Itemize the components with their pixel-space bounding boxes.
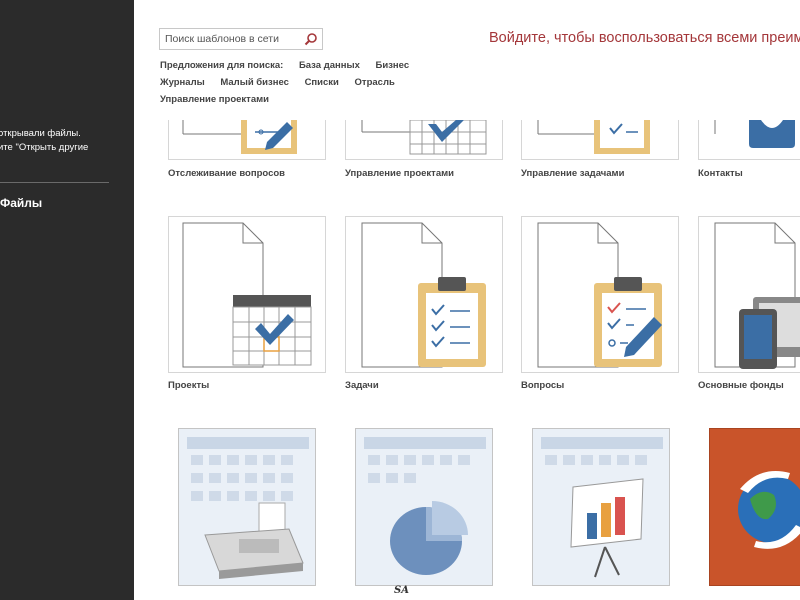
template-thumb-presentation[interactable]: [532, 428, 670, 586]
suggestion-project-management[interactable]: Управление проектами: [160, 94, 269, 105]
signin-message-link[interactable]: Войдите, чтобы воспользоваться всеми пре…: [489, 30, 800, 46]
search-suggestions-row-2: Журналы Малый бизнес Списки Отрасль: [160, 77, 408, 88]
search-suggestions-row-1: Предложения для поиска: База данных Бизн…: [160, 60, 422, 71]
template-label: Основные фонды: [698, 380, 784, 391]
suggestion-small-business[interactable]: Малый бизнес: [220, 77, 289, 88]
template-tile-project-management[interactable]: [345, 120, 503, 160]
template-label: Проекты: [168, 380, 210, 391]
suggestions-label: Предложения для поиска:: [160, 60, 284, 71]
template-thumb-globe[interactable]: [709, 428, 800, 586]
search-input[interactable]: [160, 29, 298, 49]
template-label: Вопросы: [521, 380, 565, 391]
presentation-chart-icon: [533, 429, 669, 585]
template-tile-issues[interactable]: [521, 216, 679, 373]
suggestion-industry[interactable]: Отрасль: [355, 77, 395, 88]
suggestion-business[interactable]: Бизнес: [376, 60, 410, 71]
template-label: Отслеживание вопросов: [168, 168, 286, 179]
fax-machine-icon: [179, 429, 315, 585]
template-tile-task-management[interactable]: [521, 120, 679, 160]
sidebar-divider: [0, 182, 109, 183]
devices-icon: [714, 222, 800, 369]
watermark-text: SA: [394, 585, 409, 596]
recent-files-line-2: ите "Открыть другие: [0, 142, 89, 153]
clipboard-check-icon: [537, 120, 650, 154]
recent-files-line-1: открывали файлы.: [0, 128, 81, 139]
backstage-sidebar: открывали файлы. ите "Открыть другие Фай…: [0, 0, 134, 600]
search-button[interactable]: [302, 30, 320, 48]
person-icon: [714, 120, 795, 148]
template-tile-tasks[interactable]: [345, 216, 503, 373]
suggestion-journals[interactable]: Журналы: [160, 77, 205, 88]
calendar-check-icon: [182, 222, 312, 368]
template-search-box: [159, 28, 323, 50]
clipboard-pen-icon: [182, 120, 297, 154]
suggestion-database[interactable]: База данных: [299, 60, 360, 71]
search-suggestions-row-3: Управление проектами: [160, 94, 282, 105]
template-thumb-pie-chart[interactable]: [355, 428, 493, 586]
template-tile-contacts[interactable]: [698, 120, 800, 160]
clipboard-pen-icon: [537, 222, 662, 368]
template-label: Задачи: [345, 380, 379, 391]
pie-chart-icon: [356, 429, 492, 585]
calendar-check-icon: [361, 120, 487, 155]
search-icon: [304, 33, 317, 46]
globe-sync-icon: [710, 429, 800, 585]
recent-files-message: открывали файлы. ите "Открыть другие: [0, 127, 88, 155]
open-other-files-link[interactable]: Файлы: [0, 196, 42, 210]
template-thumb-fax[interactable]: [178, 428, 316, 586]
templates-panel: Войдите, чтобы воспользоваться всеми пре…: [134, 0, 800, 600]
template-label: Управление задачами: [521, 168, 625, 179]
template-tile-projects[interactable]: [168, 216, 326, 373]
template-label: Контакты: [698, 168, 743, 179]
template-tile-assets[interactable]: [698, 216, 800, 373]
template-label: Управление проектами: [345, 168, 454, 179]
template-tile-issue-tracking[interactable]: [168, 120, 326, 160]
checklist-clipboard-icon: [361, 222, 486, 368]
suggestion-lists[interactable]: Списки: [305, 77, 339, 88]
